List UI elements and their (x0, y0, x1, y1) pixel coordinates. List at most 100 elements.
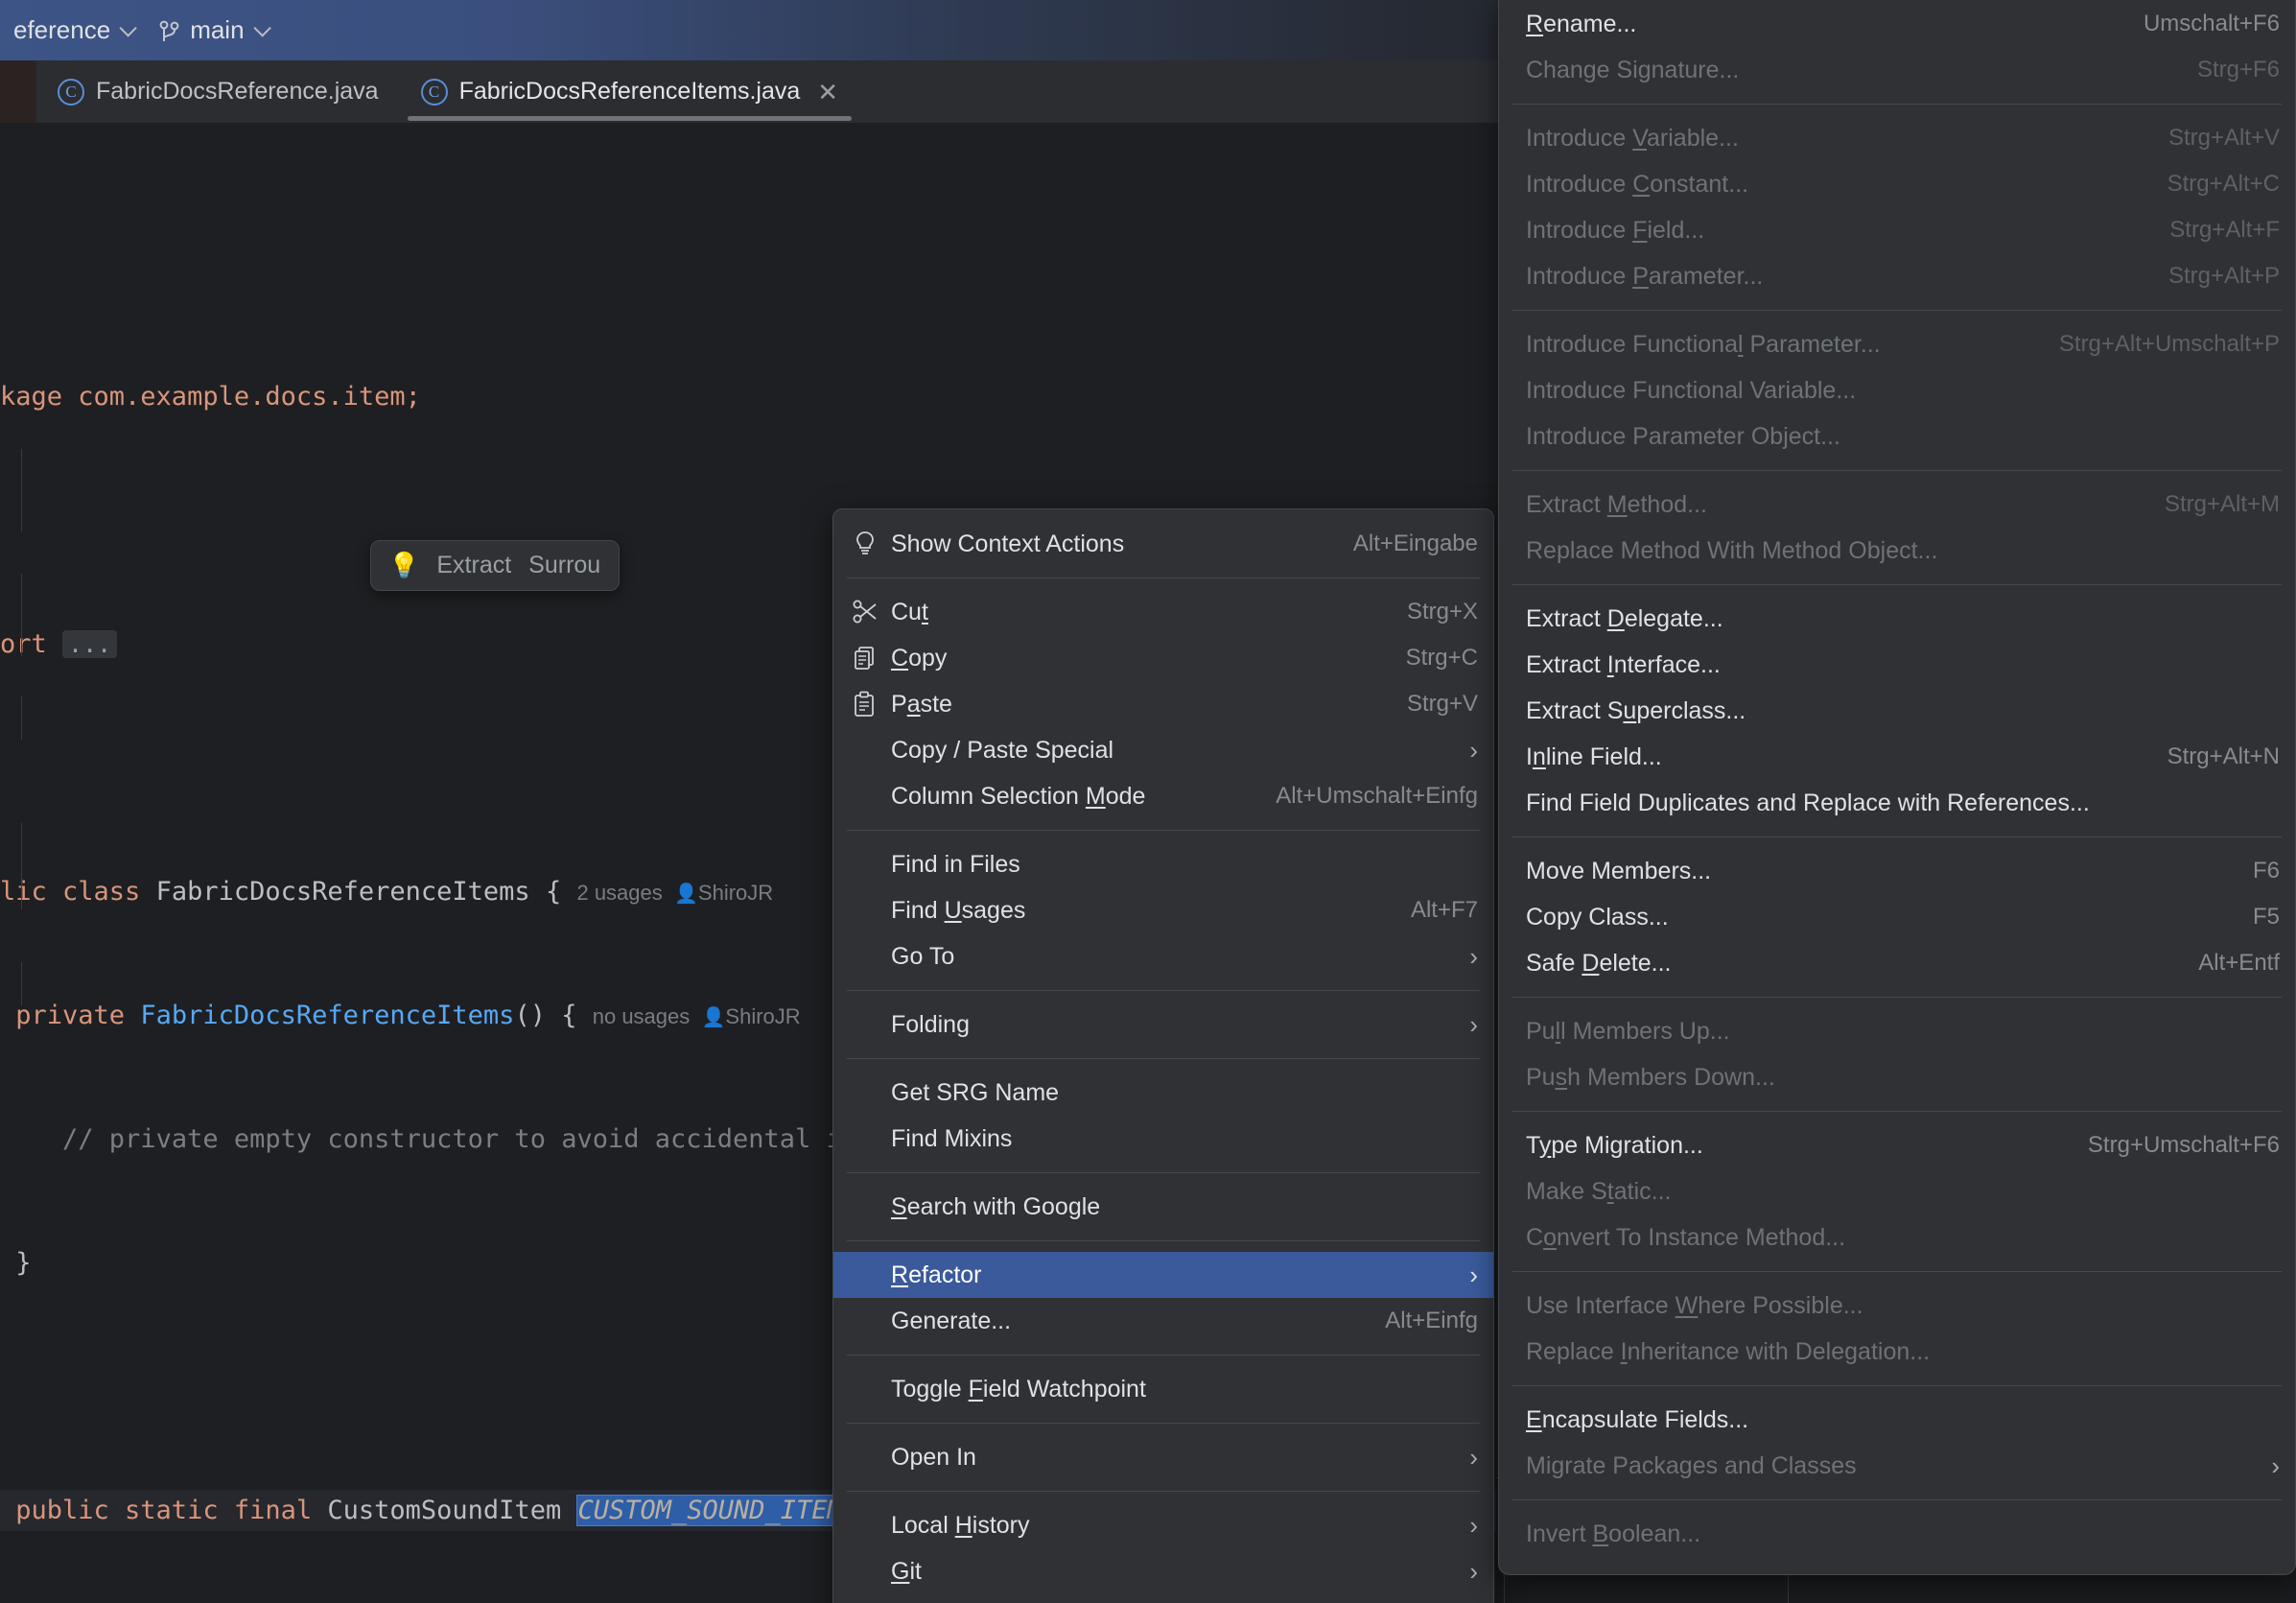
refactor-item-use-interface-where-possible: Use Interface Where Possible... (1499, 1283, 2295, 1329)
refactor-item-migrate-packages-and-classes: Migrate Packages and Classes› (1499, 1443, 2295, 1489)
context-menu-item-git[interactable]: Git› (833, 1548, 1493, 1594)
menu-item-shortcut: Alt+Einfg (1385, 1308, 1478, 1334)
context-menu-item-search-with-google[interactable]: Search with Google (833, 1184, 1493, 1230)
context-menu-item-refactor[interactable]: Refactor› (833, 1252, 1493, 1298)
context-menu-item-open-in[interactable]: Open In› (833, 1434, 1493, 1480)
refactor-item-type-migration[interactable]: Type Migration...Strg+Umschalt+F6 (1499, 1122, 2295, 1168)
person-icon: 👤 (674, 884, 698, 905)
menu-item-label: Paste (891, 691, 1384, 719)
refactor-submenu[interactable]: Rename...Umschalt+F6Change Signature...S… (1498, 0, 2296, 1575)
context-menu-item-copy[interactable]: CopyStrg+C (833, 635, 1493, 681)
tab-fabric-docs-reference-items[interactable]: C FabricDocsReferenceItems.java ✕ (400, 60, 860, 123)
menu-item-label: Push Members Down... (1526, 1064, 2280, 1092)
intention-item-extract[interactable]: Extract (436, 552, 511, 579)
refactor-item-pull-members-up: Pull Members Up... (1499, 1008, 2295, 1054)
refactor-item-safe-delete[interactable]: Safe Delete...Alt+Entf (1499, 940, 2295, 986)
menu-separator (847, 1058, 1480, 1059)
chevron-right-icon: › (1469, 1262, 1478, 1287)
menu-item-label: Extract Superclass... (1526, 697, 2280, 725)
code-author-hint: 👤ShiroJR (702, 1004, 801, 1028)
menu-item-label: Move Members... (1526, 858, 2230, 885)
intention-actions-popup[interactable]: 💡 Extract Surrou (370, 540, 620, 591)
code-author-hint: 👤ShiroJR (674, 881, 773, 905)
refactor-item-push-members-down: Push Members Down... (1499, 1054, 2295, 1100)
refactor-item-extract-superclass[interactable]: Extract Superclass... (1499, 688, 2295, 734)
indent-guide (21, 823, 22, 909)
branch-selector[interactable]: main (146, 10, 279, 52)
refactor-item-copy-class[interactable]: Copy Class...F5 (1499, 894, 2295, 940)
context-menu-item-toggle-field-watchpoint[interactable]: Toggle Field Watchpoint (833, 1366, 1493, 1412)
context-menu-item-column-selection-mode[interactable]: Column Selection ModeAlt+Umschalt+Einfg (833, 773, 1493, 819)
menu-item-label: Introduce Parameter... (1526, 263, 2145, 291)
menu-item-shortcut: Strg+Umschalt+F6 (2088, 1132, 2280, 1159)
refactor-item-replace-method-with-method-object: Replace Method With Method Object... (1499, 528, 2295, 574)
context-menu-item-find-in-files[interactable]: Find in Files (833, 841, 1493, 887)
menu-separator (847, 1240, 1480, 1241)
code-line: kage com.example.docs.item; (0, 376, 1496, 417)
menu-item-label: Introduce Functional Variable... (1526, 377, 2280, 405)
menu-item-label: Convert To Instance Method... (1526, 1224, 2280, 1252)
refactor-item-find-field-duplicates-and-replace-with-references[interactable]: Find Field Duplicates and Replace with R… (1499, 780, 2295, 826)
context-menu-item-find-usages[interactable]: Find UsagesAlt+F7 (833, 887, 1493, 933)
usages-hint[interactable]: 2 usages (576, 881, 662, 905)
refactor-item-introduce-variable: Introduce Variable...Strg+Alt+V (1499, 115, 2295, 161)
lightbulb-icon (853, 530, 891, 557)
selected-field-token[interactable]: CUSTOM_SOUND_ITEM (576, 1495, 843, 1526)
context-menu-item-folding[interactable]: Folding› (833, 1002, 1493, 1048)
context-menu-item-show-context-actions[interactable]: Show Context ActionsAlt+Eingabe (833, 521, 1493, 567)
context-menu-item-get-srg-name[interactable]: Get SRG Name (833, 1070, 1493, 1116)
refactor-item-extract-interface[interactable]: Extract Interface... (1499, 642, 2295, 688)
menu-item-label: Get SRG Name (891, 1079, 1478, 1107)
usages-hint[interactable]: no usages (593, 1004, 691, 1028)
editor-context-menu[interactable]: Show Context ActionsAlt+Eingabe Cut Strg+X… (832, 508, 1494, 1603)
menu-separator (1512, 997, 2282, 998)
menu-item-shortcut: F5 (2253, 904, 2280, 931)
refactor-item-change-signature: Change Signature...Strg+F6 (1499, 47, 2295, 93)
refactor-item-extract-method: Extract Method...Strg+Alt+M (1499, 482, 2295, 528)
refactor-item-move-members[interactable]: Move Members...F6 (1499, 848, 2295, 894)
refactor-item-introduce-parameter: Introduce Parameter... Strg+Alt+P (1499, 253, 2295, 299)
context-menu-item-cut[interactable]: Cut Strg+X (833, 589, 1493, 635)
context-menu-item-local-history[interactable]: Local History› (833, 1502, 1493, 1548)
refactor-item-rename[interactable]: Rename...Umschalt+F6 (1499, 1, 2295, 47)
fold-placeholder[interactable]: ... (62, 630, 117, 658)
close-icon[interactable]: ✕ (817, 80, 838, 105)
tab-fabric-docs-reference[interactable]: C FabricDocsReference.java (36, 60, 400, 123)
project-breadcrumb[interactable]: eference (0, 10, 146, 52)
lightbulb-icon[interactable]: 💡 (388, 551, 419, 580)
refactor-item-make-static: Make Static... (1499, 1168, 2295, 1214)
context-menu-item-find-mixins[interactable]: Find Mixins (833, 1116, 1493, 1162)
project-breadcrumb-label: eference (13, 15, 110, 45)
menu-item-shortcut: Alt+Eingabe (1353, 530, 1478, 557)
menu-item-label: Cut (891, 599, 1384, 626)
menu-item-shortcut: Strg+Alt+C (2167, 171, 2280, 198)
tab-label: FabricDocsReferenceItems.java (459, 78, 801, 106)
menu-separator (1512, 104, 2282, 105)
menu-item-label: Go To (891, 943, 1452, 971)
menu-separator (847, 1491, 1480, 1492)
branch-name-label: main (190, 15, 244, 45)
menu-item-label: Git (891, 1558, 1452, 1586)
intention-item-surround[interactable]: Surrou (528, 552, 600, 579)
refactor-item-extract-delegate[interactable]: Extract Delegate... (1499, 596, 2295, 642)
scissors-icon (853, 600, 891, 625)
menu-item-shortcut: Strg+X (1407, 599, 1478, 625)
menu-item-shortcut: Strg+Alt+F (2169, 217, 2280, 244)
context-menu-item-paste[interactable]: PasteStrg+V (833, 681, 1493, 727)
context-menu-item-generate[interactable]: Generate...Alt+Einfg (833, 1298, 1493, 1344)
menu-item-shortcut: Alt+Umschalt+Einfg (1276, 783, 1478, 810)
chevron-right-icon: › (1469, 738, 1478, 763)
tab-bar-stub (0, 60, 36, 123)
java-class-icon: C (421, 79, 448, 106)
context-menu-item-go-to[interactable]: Go To› (833, 933, 1493, 979)
refactor-item-encapsulate-fields[interactable]: Encapsulate Fields... (1499, 1397, 2295, 1443)
context-menu-item-copy-paste-special[interactable]: Copy / Paste Special› (833, 727, 1493, 773)
menu-item-label: Make Static... (1526, 1178, 2280, 1206)
menu-separator (1512, 584, 2282, 585)
refactor-item-inline-field[interactable]: Inline Field...Strg+Alt+N (1499, 734, 2295, 780)
menu-item-shortcut: Strg+Alt+P (2168, 263, 2280, 290)
menu-item-label: Change Signature... (1526, 57, 2174, 84)
menu-item-label: Extract Delegate... (1526, 605, 2280, 633)
menu-item-label: Toggle Field Watchpoint (891, 1376, 1478, 1403)
menu-item-label: Find Mixins (891, 1125, 1478, 1153)
